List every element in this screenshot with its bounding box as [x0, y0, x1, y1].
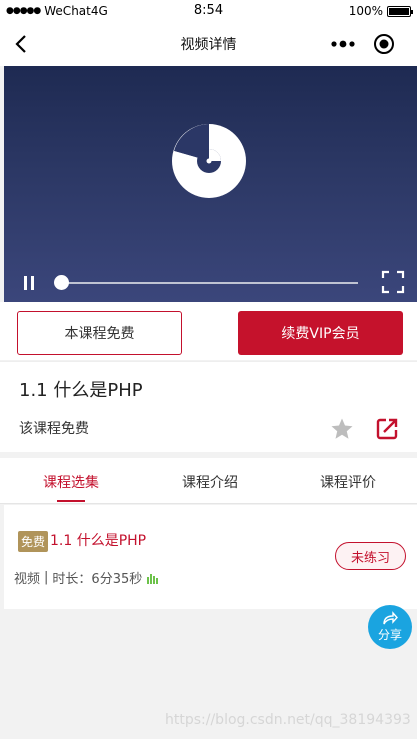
- duration-label: 时长：: [52, 572, 92, 587]
- action-buttons: 本课程免费 续费VIP会员: [0, 302, 417, 360]
- course-title: 1.1 什么是PHP: [19, 380, 143, 401]
- video-player[interactable]: [4, 66, 417, 302]
- lesson-type: 视频: [14, 572, 41, 587]
- share-label: 分享: [377, 628, 402, 642]
- share-button[interactable]: 分享: [368, 605, 412, 649]
- playing-bars-icon: [146, 572, 159, 584]
- loading-spinner-icon: [171, 123, 247, 199]
- star-icon[interactable]: [330, 417, 354, 441]
- price-text: 该课程免费: [19, 421, 89, 437]
- pause-icon[interactable]: [22, 276, 36, 292]
- renew-vip-button[interactable]: 续费VIP会员: [238, 311, 403, 355]
- free-course-button[interactable]: 本课程免费: [17, 311, 182, 355]
- share-out-icon[interactable]: [375, 417, 399, 441]
- progress-track[interactable]: [62, 282, 358, 284]
- lesson-name[interactable]: 1.1 什么是PHP: [50, 530, 146, 550]
- fullscreen-icon[interactable]: [381, 270, 405, 294]
- status-bar: ●●●●● WeChat4G 8:54 100%: [0, 0, 417, 22]
- progress-thumb[interactable]: [54, 275, 69, 290]
- share-arrow-icon: [383, 611, 398, 625]
- nav-bar: 视频详情: [0, 22, 417, 66]
- list-item[interactable]: 免费 1.1 什么是PHP 视频 | 时长： 6分35秒 未练习: [4, 505, 417, 609]
- tab-course-episodes[interactable]: 课程选集: [21, 472, 121, 492]
- target-icon[interactable]: [373, 33, 395, 55]
- tab-course-intro[interactable]: 课程介绍: [160, 472, 260, 492]
- watermark: https://blog.csdn.net/qq_38194393: [165, 712, 411, 728]
- battery-icon: [387, 5, 413, 17]
- tab-bar: 课程选集 课程介绍 课程评价: [0, 458, 417, 504]
- lesson-meta: 视频 | 时长： 6分35秒: [14, 568, 159, 587]
- free-badge: 免费: [18, 531, 49, 552]
- status-right: 100%: [348, 4, 413, 18]
- battery-percent: 100%: [348, 4, 383, 18]
- practice-status-button[interactable]: 未练习: [335, 542, 406, 570]
- more-icon[interactable]: [328, 35, 358, 53]
- meta-separator: |: [44, 570, 49, 585]
- tab-active-indicator: [57, 500, 85, 502]
- tab-course-reviews[interactable]: 课程评价: [298, 472, 398, 492]
- video-controls: [4, 266, 417, 302]
- course-info: 1.1 什么是PHP 该课程免费: [0, 361, 417, 452]
- lesson-duration: 6分35秒: [91, 572, 143, 587]
